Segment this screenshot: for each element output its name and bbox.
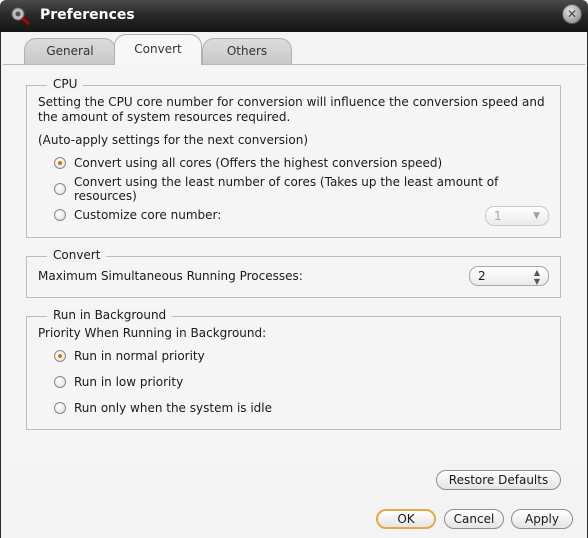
radio-button-selected[interactable]: [54, 157, 66, 169]
background-priority-label: Priority When Running in Background:: [38, 326, 267, 340]
cpu-group: CPU Setting the CPU core number for conv…: [26, 77, 561, 238]
radio-low-priority[interactable]: Run in low priority: [54, 374, 183, 390]
cpu-auto-apply-note: (Auto-apply settings for the next conver…: [38, 133, 308, 147]
cpu-description: Setting the CPU core number for conversi…: [38, 95, 545, 124]
radio-button-selected[interactable]: [54, 350, 66, 362]
radio-all-cores-label: Convert using all cores (Offers the high…: [74, 156, 443, 170]
chevron-down-icon: ▼: [533, 211, 540, 221]
run-in-background-group: Run in Background Priority When Running …: [26, 308, 561, 430]
app-logo-icon: [11, 7, 30, 26]
radio-customize-cores[interactable]: Customize core number:: [54, 207, 221, 223]
convert-group-title: Convert: [47, 248, 107, 262]
max-processes-label: Maximum Simultaneous Running Processes:: [38, 269, 303, 283]
radio-button[interactable]: [54, 376, 66, 388]
radio-idle-only[interactable]: Run only when the system is idle: [54, 400, 272, 416]
title-bar: Preferences ✕: [0, 0, 588, 32]
restore-defaults-button[interactable]: Restore Defaults: [436, 470, 561, 490]
ok-button[interactable]: OK: [376, 509, 436, 529]
core-number-dropdown[interactable]: 1 ▼: [485, 206, 549, 226]
radio-least-cores[interactable]: Convert using the least number of cores …: [54, 175, 560, 203]
radio-all-cores[interactable]: Convert using all cores (Offers the high…: [54, 155, 442, 171]
window-title: Preferences: [40, 7, 135, 23]
apply-button[interactable]: Apply: [511, 509, 573, 529]
radio-button[interactable]: [54, 209, 66, 221]
stepper-arrows-icon[interactable]: ▲ ▼: [534, 268, 540, 286]
max-processes-stepper[interactable]: 2 ▲ ▼: [469, 266, 549, 286]
tab-others[interactable]: Others: [202, 38, 292, 64]
radio-normal-priority[interactable]: Run in normal priority: [54, 348, 205, 364]
cpu-group-title: CPU: [47, 77, 84, 91]
cancel-button[interactable]: Cancel: [444, 509, 504, 529]
radio-button[interactable]: [54, 183, 66, 195]
radio-idle-only-label: Run only when the system is idle: [74, 401, 273, 415]
close-icon[interactable]: ✕: [562, 4, 582, 24]
tab-convert[interactable]: Convert: [114, 34, 202, 65]
tab-general[interactable]: General: [24, 38, 116, 64]
radio-low-priority-label: Run in low priority: [74, 375, 184, 389]
radio-button[interactable]: [54, 402, 66, 414]
core-number-value: 1: [494, 209, 502, 223]
convert-group: Convert Maximum Simultaneous Running Pro…: [26, 248, 561, 298]
background-group-title: Run in Background: [47, 308, 173, 322]
radio-normal-priority-label: Run in normal priority: [74, 349, 205, 363]
radio-customize-cores-label: Customize core number:: [74, 208, 222, 222]
max-processes-value: 2: [478, 269, 486, 283]
radio-least-cores-label: Convert using the least number of cores …: [74, 175, 499, 203]
